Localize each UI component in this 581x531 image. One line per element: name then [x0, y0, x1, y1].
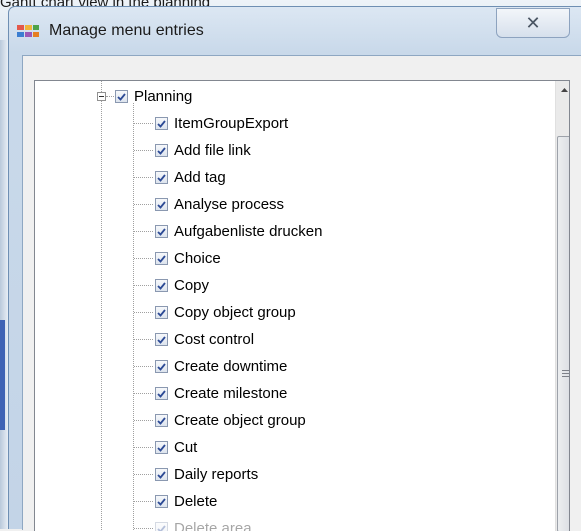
window-title: Manage menu entries — [49, 22, 204, 39]
checkbox[interactable] — [155, 387, 168, 400]
tree-node-label: Delete — [174, 493, 218, 510]
tree-node-item[interactable]: Cut — [155, 434, 197, 461]
background-window-edge — [0, 40, 8, 529]
checkbox[interactable] — [155, 495, 168, 508]
tree-guide-line — [134, 447, 153, 448]
tree-node-item[interactable]: Cost control — [155, 326, 254, 353]
tree-guide-line — [134, 177, 153, 178]
tree-guide-line — [134, 474, 153, 475]
tree-guide-line — [134, 420, 153, 421]
tree-node-label: Create milestone — [174, 385, 288, 402]
tree-guide-line — [134, 339, 153, 340]
checkbox[interactable] — [155, 225, 168, 238]
checkbox[interactable] — [155, 198, 168, 211]
dialog-client-area: Planning ItemGroupExport Add file link Add … — [22, 55, 581, 531]
checkbox[interactable] — [155, 441, 168, 454]
vertical-scrollbar[interactable] — [555, 81, 569, 531]
checkbox[interactable] — [155, 306, 168, 319]
tree-guide-line — [134, 366, 153, 367]
tree-guide-line — [134, 150, 153, 151]
tree-guide-line — [134, 123, 153, 124]
tree-guide-line — [134, 393, 153, 394]
tree-node-label: Choice — [174, 250, 221, 267]
scrollbar-thumb[interactable] — [557, 136, 569, 531]
tree-node-item[interactable]: Copy — [155, 272, 209, 299]
checkbox[interactable] — [155, 468, 168, 481]
checkbox[interactable] — [155, 144, 168, 157]
close-button[interactable]: ✕ — [496, 8, 570, 38]
checkbox[interactable] — [155, 252, 168, 265]
tree-node-item[interactable]: Create milestone — [155, 380, 287, 407]
scroll-up-button[interactable] — [556, 81, 569, 98]
tree-node-label: Create object group — [174, 412, 306, 429]
tree-node-item[interactable]: ItemGroupExport — [155, 110, 288, 137]
title-bar[interactable]: Manage menu entries ✕ — [9, 7, 581, 55]
tree-node-label: Daily reports — [174, 466, 259, 483]
tree-node-item[interactable]: Analyse process — [155, 191, 284, 218]
tree-guide-line — [133, 103, 134, 531]
tree-node-item[interactable]: Add file link — [155, 137, 251, 164]
tree-node-item[interactable]: Aufgabenliste drucken — [155, 218, 322, 245]
tree-node-label: Aufgabenliste drucken — [174, 223, 323, 240]
collapse-icon[interactable] — [97, 92, 106, 101]
tree-guide-line — [134, 312, 153, 313]
tree-node-label: ItemGroupExport — [174, 115, 289, 132]
tree-node-label: Add file link — [174, 142, 251, 159]
tree-node-item[interactable]: Add tag — [155, 164, 226, 191]
tree-node-item[interactable]: Choice — [155, 245, 221, 272]
menu-entries-tree[interactable]: Planning ItemGroupExport Add file link Add … — [34, 80, 570, 531]
tree-node-item[interactable]: Create object group — [155, 407, 306, 434]
tree-node-item[interactable]: Delete — [155, 488, 217, 515]
colored-menu-icon — [17, 25, 39, 37]
tree-guide-line — [134, 285, 153, 286]
manage-menu-entries-dialog: Manage menu entries ✕ Planning ItemGroupE… — [8, 6, 581, 531]
close-icon: ✕ — [525, 12, 541, 33]
tree-guide-line — [134, 258, 153, 259]
tree-node-item[interactable]: Copy object group — [155, 299, 296, 326]
tree-node-item[interactable]: Create downtime — [155, 353, 287, 380]
tree-guide-line — [134, 231, 153, 232]
tree-node-label: Create downtime — [174, 358, 288, 375]
tree-node-label: Planning — [134, 88, 193, 105]
tree-node-label: Copy object group — [174, 304, 296, 321]
checkbox[interactable] — [155, 279, 168, 292]
tree-node-item[interactable]: Daily reports — [155, 461, 258, 488]
tree-node-label: Cost control — [174, 331, 255, 348]
checkbox[interactable] — [155, 522, 168, 531]
tree-node-label: Cut — [174, 439, 198, 456]
tree-node-label: Analyse process — [174, 196, 285, 213]
tree-guide-line — [134, 501, 153, 502]
arrow-up-icon — [561, 87, 568, 92]
checkbox[interactable] — [155, 333, 168, 346]
tree-node-planning[interactable]: Planning — [115, 83, 192, 110]
tree-node-label: Add tag — [174, 169, 226, 186]
grip-icon — [562, 370, 569, 377]
tree-guide-line — [106, 96, 114, 97]
checkbox[interactable] — [155, 414, 168, 427]
checkbox[interactable] — [115, 90, 128, 103]
checkbox[interactable] — [155, 117, 168, 130]
tree-guide-line — [101, 81, 102, 531]
checkbox[interactable] — [155, 171, 168, 184]
checkbox[interactable] — [155, 360, 168, 373]
tree-node-label: Delete area — [174, 520, 252, 531]
tree-node-label: Copy — [174, 277, 210, 294]
tree-guide-line — [134, 204, 153, 205]
